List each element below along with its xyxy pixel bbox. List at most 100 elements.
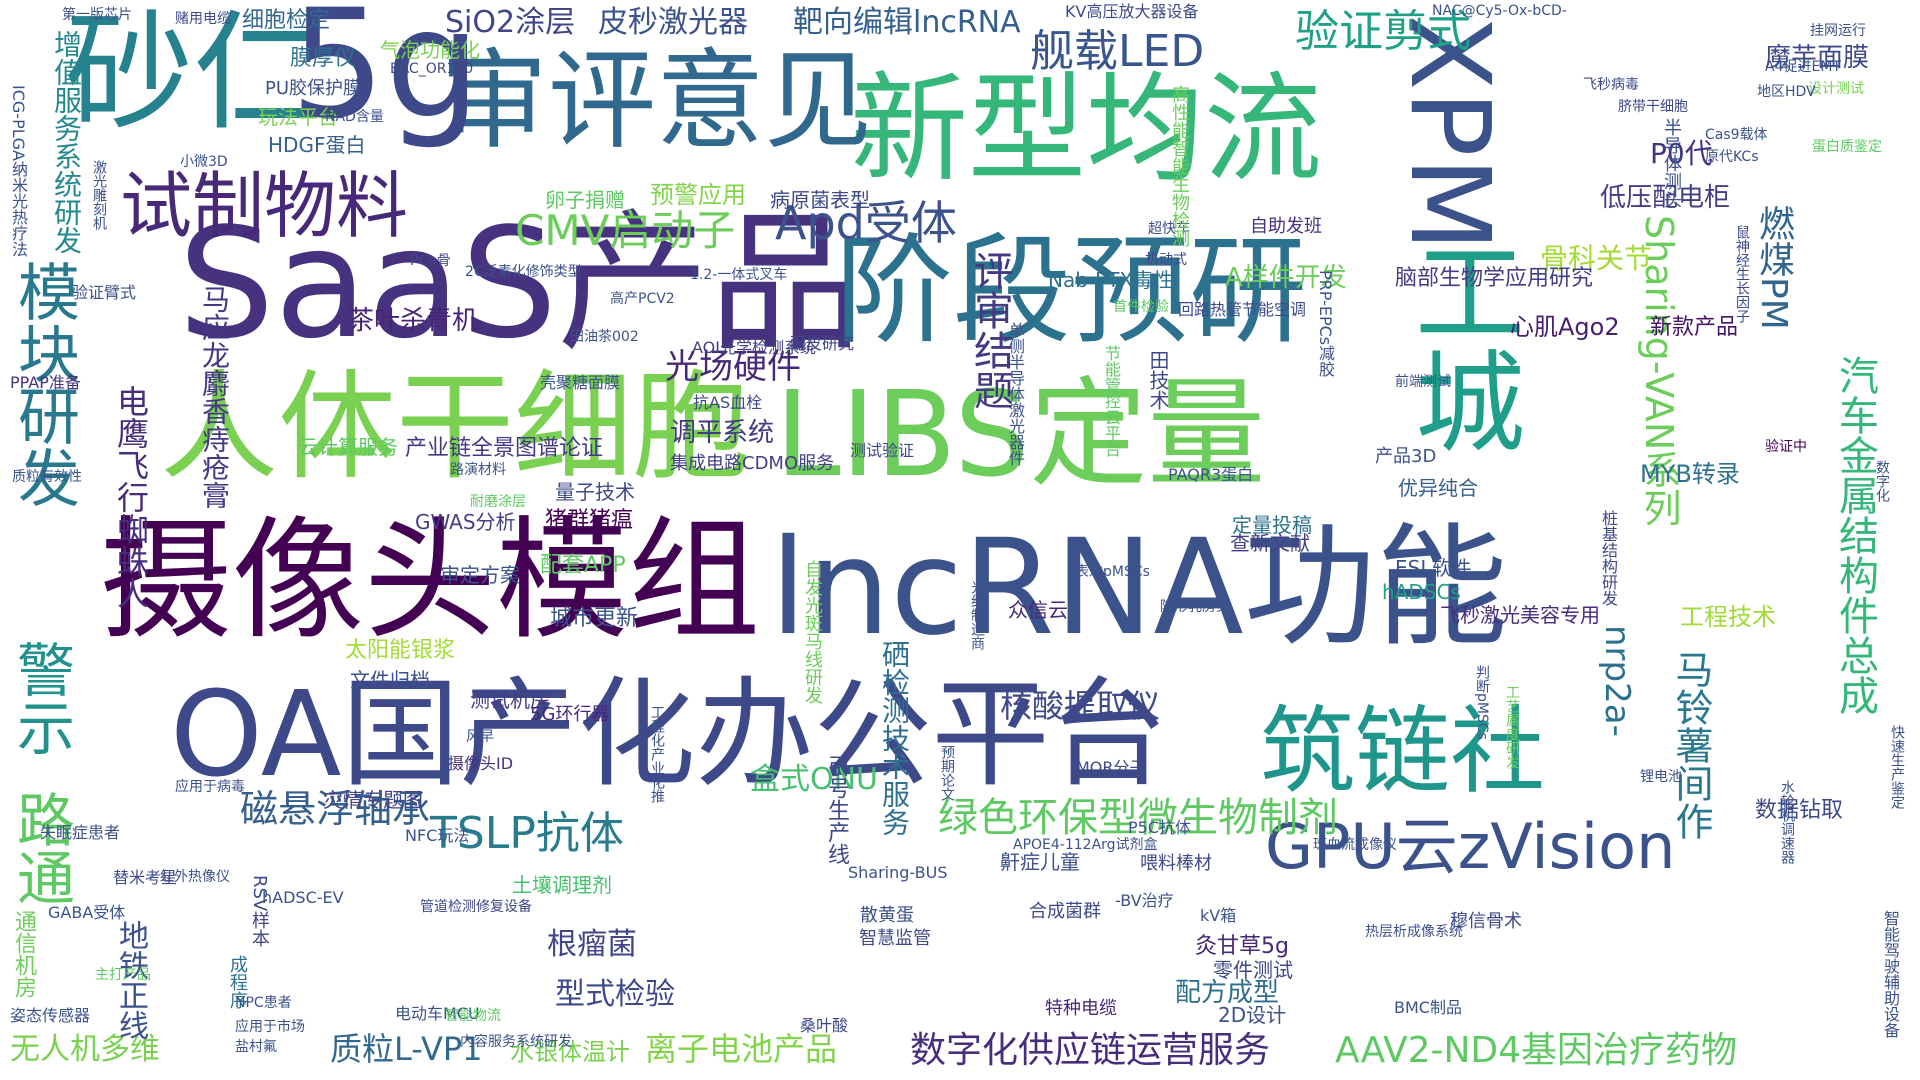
word: 摄像头模组	[100, 504, 760, 658]
word: 小微3D	[180, 154, 228, 170]
word: 判断pMSCs	[1474, 665, 1490, 740]
word: 众信云	[1008, 598, 1068, 622]
word: 地区HDV	[1757, 84, 1816, 100]
word: 定量投稿	[1232, 513, 1312, 537]
word: 配皮研究	[790, 334, 855, 353]
word: 质粒有效性	[12, 469, 82, 485]
word: MYB转录	[1640, 460, 1740, 488]
word: 警示	[7, 640, 75, 756]
word: 管道检测修复设备	[420, 899, 532, 915]
word: 隐形乳房炎	[1160, 599, 1230, 615]
word: 舰载LED	[1030, 26, 1205, 77]
word: APOE4-112Arg试剂盒	[1013, 837, 1158, 853]
word: 失眠症患者	[40, 823, 121, 842]
word: 配套APP	[540, 553, 626, 578]
word: 特种电缆	[1045, 998, 1117, 1019]
word: GWAS分析	[415, 510, 516, 534]
word: 数字化	[1874, 460, 1890, 502]
word: 耐磨涂层	[470, 494, 526, 510]
word: 首件检验	[1113, 299, 1169, 315]
word: 预警应用	[650, 181, 746, 209]
word: GABA受体	[48, 903, 126, 922]
word: 城市更新	[550, 606, 639, 631]
word: 鼾症儿童	[1000, 850, 1080, 874]
word: MOR分子	[1076, 758, 1146, 777]
word: 工艺属度研发	[1504, 685, 1520, 769]
word: 汽车金属结构件总成	[1832, 355, 1878, 715]
word: 2C泛素化修饰类型	[465, 264, 582, 280]
word: 内容服务系统研发	[460, 1034, 572, 1050]
word: 云计算服务	[298, 435, 398, 459]
word: 飞秒病毒	[1583, 77, 1639, 93]
word: 预期论文	[939, 745, 955, 801]
word: 通信机房	[11, 910, 36, 998]
word: NAC@Cy5-Ox-bCD-	[1432, 3, 1567, 19]
word: P5C抗体	[1128, 818, 1192, 837]
word: 水轮机调速器	[1779, 780, 1795, 864]
word: 评审结题	[967, 250, 1013, 410]
word: NPC患者	[235, 995, 292, 1011]
word: Nab-PTX毒性	[1048, 268, 1174, 292]
word: 工程化产业化推	[649, 705, 665, 803]
word: 抗AS血栓	[693, 393, 763, 412]
word: 桑叶酸	[800, 1016, 849, 1035]
word: 机动式	[1145, 252, 1187, 268]
word: 高产PCV2	[610, 291, 675, 307]
word: 2D设计	[1218, 1003, 1287, 1027]
word: NFC玩法	[405, 826, 470, 845]
word: A4促进EMT	[1765, 59, 1841, 75]
word: 姿态传感器	[10, 1006, 91, 1025]
word: 盐村氟	[235, 1039, 277, 1055]
word: 热层析成像系统	[1365, 924, 1463, 940]
word: 卵子捐赠	[545, 188, 625, 212]
word: 桩基结构研发	[1599, 510, 1618, 606]
word: 应用于市场	[235, 1019, 305, 1035]
word: CMV启动子	[515, 206, 736, 255]
word: 快速生产鉴定	[1889, 725, 1905, 809]
word: 试制物料	[120, 164, 409, 248]
word: 田技术	[1146, 350, 1170, 410]
word: 增值服务系统研发	[50, 30, 83, 254]
word: 5G环行器	[530, 704, 610, 725]
word: 根瘤菌	[547, 927, 637, 962]
word: 土壤调理剂	[512, 873, 612, 897]
word: 摄像头ID	[448, 754, 514, 773]
word: 高性能智能生物检测	[1169, 85, 1190, 247]
word: Cas9载体	[1705, 127, 1768, 143]
word: 红外热像仪	[160, 869, 230, 885]
word: 核酸提取仪	[1000, 687, 1161, 725]
word: 离子电池产品	[645, 1030, 838, 1068]
word: 田油茶002	[570, 329, 639, 345]
word: 路演材料	[450, 462, 506, 478]
word: 验证臂式	[72, 283, 137, 302]
word: 半导体测头	[1661, 118, 1682, 208]
word: 零件测试	[1213, 958, 1293, 982]
word: 集成电路CDMO服务	[670, 453, 835, 474]
word: 气泡功能化	[380, 38, 480, 62]
word: 新款产品	[1650, 315, 1739, 340]
word: PPAP准备	[10, 373, 81, 392]
word: 鼠神经生长因子	[1734, 225, 1750, 323]
word: 原代KCs	[1705, 149, 1759, 165]
word: 电鹰飞行蜘蛛人	[112, 385, 150, 609]
word: 蛋白质鉴定	[1812, 139, 1882, 155]
word: ESL软件	[1395, 556, 1472, 580]
word: Sharing-BUS	[848, 863, 948, 882]
word: NAD含量	[325, 109, 384, 125]
word: 斑血流成像仪	[1313, 837, 1397, 853]
word-cloud: SaaS产品 摄像头模组 lncRNA功能 OA国产化办公平台 人体干细胞 阶段…	[0, 0, 1920, 1080]
word: 自助发班	[1250, 216, 1322, 237]
word: 脐带干细胞	[1618, 99, 1688, 115]
word: 优异纯合	[1398, 476, 1478, 500]
word: 数字化供应链运营服务	[910, 1030, 1271, 1071]
word: 赌用电缆	[175, 11, 231, 27]
word: hADSC-EV	[262, 888, 344, 907]
word: 灸甘草5g	[1195, 934, 1289, 959]
word: 脑部生物学应用研究	[1395, 266, 1594, 291]
word: 激光雕刻机	[91, 160, 107, 230]
word: 茶叶杀青机	[348, 306, 479, 336]
word: 审定方案	[440, 563, 520, 587]
word: PRP-EPCs减胶	[1316, 270, 1335, 378]
word: PAQR3蛋白	[1168, 465, 1254, 484]
word: 心肌Ago2	[1510, 313, 1620, 341]
